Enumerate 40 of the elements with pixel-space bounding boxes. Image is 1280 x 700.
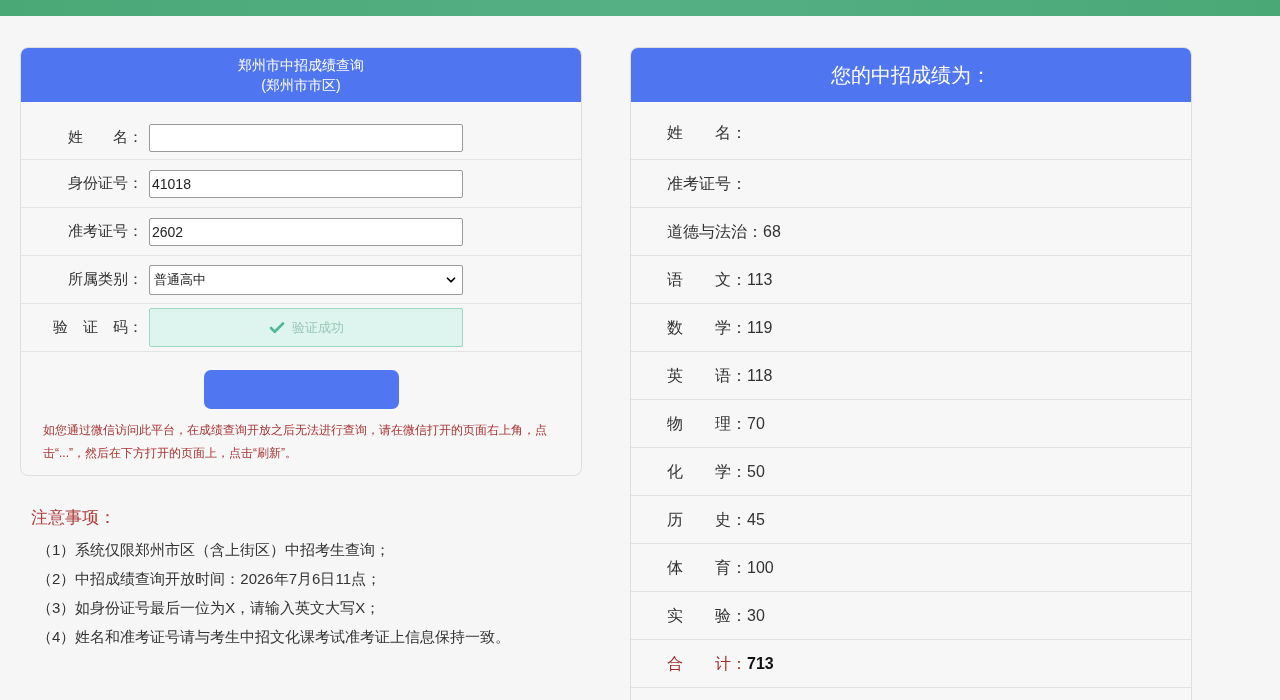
score-label: 英 语： — [667, 365, 747, 386]
input-field[interactable]: 41018 — [149, 169, 463, 198]
score-value: 119 — [747, 317, 773, 338]
score-value: 113 — [747, 269, 773, 290]
score-value: 68 — [763, 221, 781, 242]
field-label: 身份证号： — [67, 173, 144, 194]
result-title: 您的中招成绩为： — [831, 63, 991, 88]
wechat-notice: 如您通过微信访问此平台，在成绩查询开放之后无法进行查询，请在微信打开的页面右上角，点击“...”，然后在下方打开的页面上，点击“刷新”。 — [42, 422, 548, 462]
score-label: 体 育： — [667, 557, 747, 578]
input-field[interactable]: 2602 — [149, 217, 463, 246]
field-label: 所属类别： — [67, 269, 144, 290]
notes-title: 注意事项： — [31, 507, 117, 529]
field-label: 验 证 码： — [52, 317, 144, 338]
score-label: 合 计： — [667, 653, 747, 674]
score-label: 准考证号： — [667, 173, 747, 194]
score-label: 数 学： — [667, 317, 747, 338]
select-field[interactable]: 普通高中 — [149, 264, 463, 295]
score-value: 118 — [747, 365, 773, 386]
score-value: 100 — [747, 557, 774, 578]
score-label: 化 学： — [667, 461, 747, 482]
card-subtitle: (郑州市市区) — [261, 76, 341, 95]
score-value: 713 — [747, 653, 774, 674]
score-value: 50 — [747, 461, 765, 482]
score-value: 30 — [747, 605, 765, 626]
card-title: 郑州市中招成绩查询 — [238, 56, 364, 75]
score-label: 物 理： — [667, 413, 747, 434]
note-item: （1）系统仅限郑州市区（含上街区）中招考生查询； — [37, 540, 392, 560]
field-label: 准考证号： — [67, 221, 144, 242]
score-label: 语 文： — [667, 269, 747, 290]
score-value: 45 — [747, 509, 765, 530]
input-field[interactable] — [149, 123, 463, 152]
score-label: 姓 名： — [667, 122, 747, 143]
score-value: 70 — [747, 413, 765, 434]
score-label: 实 验： — [667, 605, 747, 626]
field-label: 姓 名： — [67, 127, 144, 148]
note-item: （4）姓名和准考证号请与考生中招文化课考试准考证上信息保持一致。 — [37, 627, 512, 647]
score-label: 历 史： — [667, 509, 747, 530]
note-item: （2）中招成绩查询开放时间：2026年7月6日11点； — [37, 569, 382, 589]
note-item: （3）如身份证号最后一位为X，请输入英文大写X； — [37, 598, 382, 618]
score-label: 道德与法治： — [667, 221, 763, 242]
